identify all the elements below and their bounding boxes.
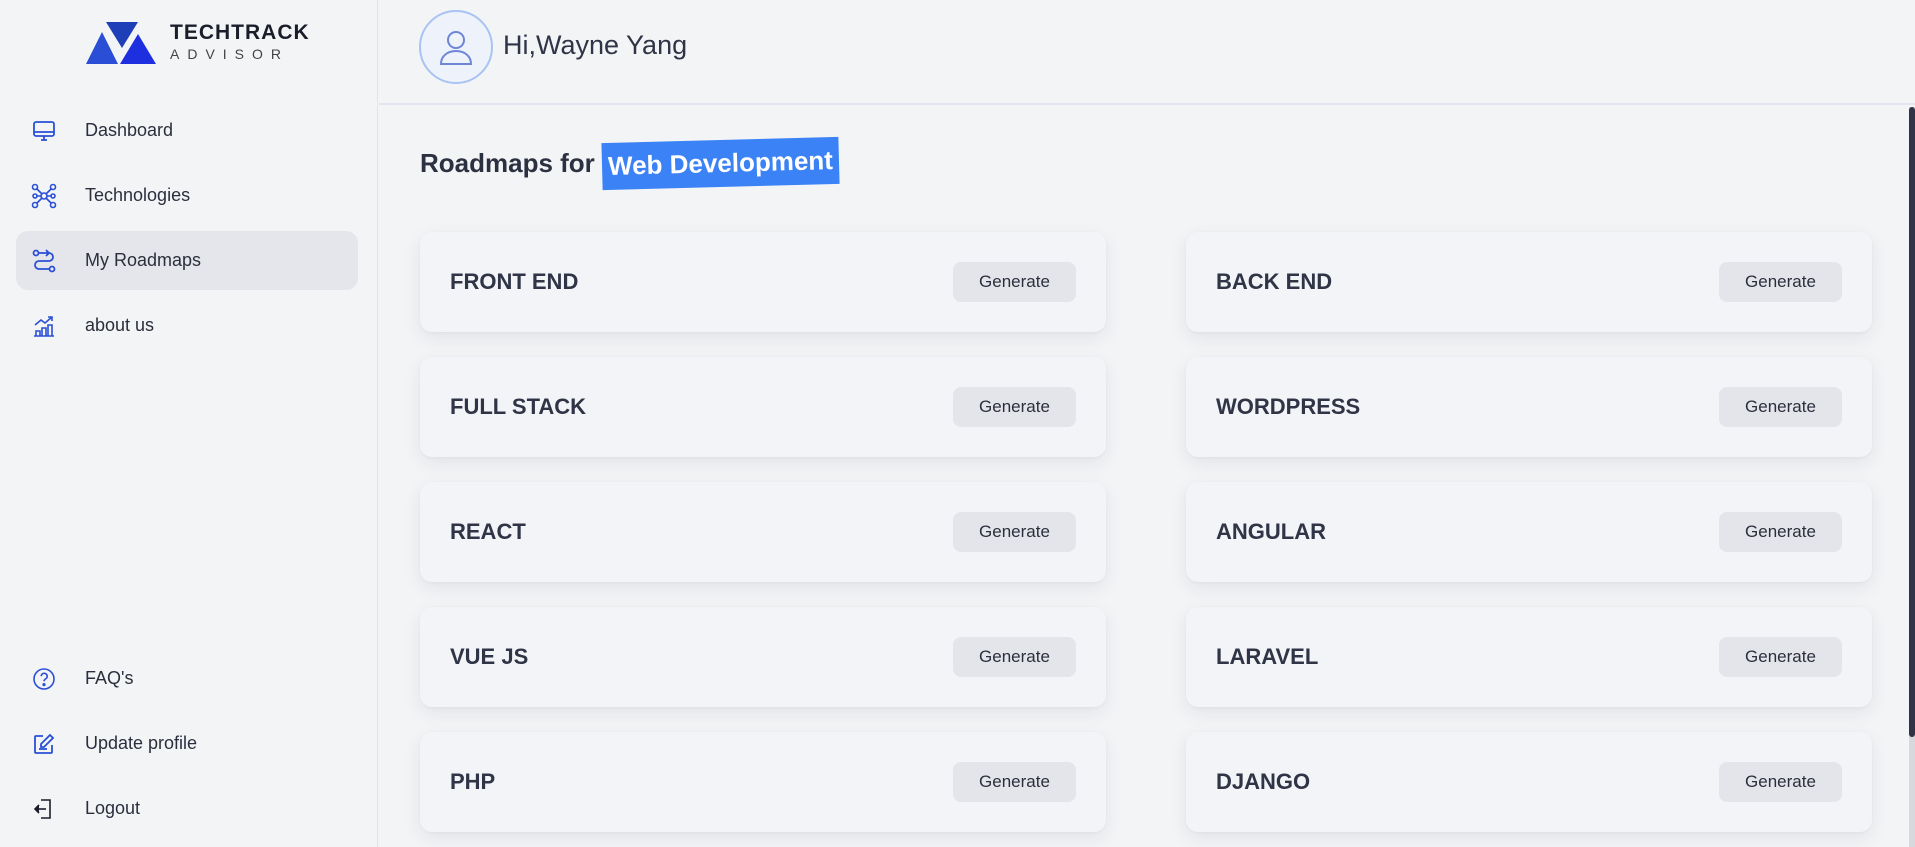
user-greeting: Hi,Wayne Yang (503, 30, 688, 60)
generate-button[interactable]: Generate (1719, 387, 1842, 427)
sidebar-item-logout[interactable]: Logout (16, 779, 358, 838)
roadmap-grid: FRONT END Generate BACK END Generate FUL… (420, 232, 1872, 832)
scrollbar-track[interactable] (1909, 107, 1915, 847)
roadmap-title: PHP (450, 769, 496, 794)
sidebar-item-update-profile[interactable]: Update profile (16, 714, 358, 773)
sidebar-item-label: Technologies (85, 185, 191, 205)
top-header: Hi,Wayne Yang (379, 0, 1915, 105)
brand-logo[interactable]: TECHTRACK ADVISOR (86, 18, 310, 64)
roadmap-card: DJANGO Generate (1186, 732, 1872, 832)
route-icon (30, 247, 58, 275)
sidebar: TECHTRACK ADVISOR Dashboard Technologies… (0, 0, 378, 847)
sidebar-item-label: Update profile (85, 733, 198, 753)
chart-icon (30, 312, 58, 340)
sidebar-item-label: Dashboard (85, 120, 174, 140)
monitor-icon (30, 117, 58, 145)
primary-nav: Dashboard Technologies My Roadmaps about… (16, 101, 358, 361)
roadmap-title: ANGULAR (1216, 519, 1326, 544)
roadmap-title: LARAVEL (1216, 644, 1319, 669)
generate-button[interactable]: Generate (953, 387, 1076, 427)
main-content: Roadmaps for Web Development FRONT END G… (379, 107, 1915, 847)
edit-icon (30, 730, 58, 758)
sidebar-item-technologies[interactable]: Technologies (16, 166, 358, 225)
roadmap-card: ANGULAR Generate (1186, 482, 1872, 582)
brand-subtitle: ADVISOR (170, 45, 290, 62)
sidebar-item-label: My Roadmaps (85, 250, 202, 270)
roadmap-title: DJANGO (1216, 769, 1311, 794)
generate-button[interactable]: Generate (1719, 637, 1842, 677)
page-title: Roadmaps for Web Development (420, 136, 840, 191)
page-title-prefix: Roadmaps for (420, 148, 595, 178)
question-icon (30, 665, 58, 693)
generate-button[interactable]: Generate (953, 637, 1076, 677)
sidebar-item-my-roadmaps[interactable]: My Roadmaps (16, 231, 358, 290)
sidebar-item-label: about us (85, 315, 155, 335)
sidebar-item-about-us[interactable]: about us (16, 296, 358, 355)
scrollbar-thumb[interactable] (1909, 107, 1915, 737)
user-icon (439, 31, 473, 65)
generate-button[interactable]: Generate (953, 762, 1076, 802)
generate-button[interactable]: Generate (953, 262, 1076, 302)
roadmap-card: VUE JS Generate (420, 607, 1106, 707)
page-title-highlight: Web Development (601, 136, 840, 191)
roadmap-card: BACK END Generate (1186, 232, 1872, 332)
roadmap-card: FRONT END Generate (420, 232, 1106, 332)
brand-title: TECHTRACK (170, 20, 310, 44)
roadmap-card: FULL STACK Generate (420, 357, 1106, 457)
generate-button[interactable]: Generate (953, 512, 1076, 552)
sidebar-item-label: FAQ's (85, 668, 134, 688)
roadmap-card: PHP Generate (420, 732, 1106, 832)
sidebar-item-label: Logout (85, 798, 141, 818)
generate-button[interactable]: Generate (1719, 762, 1842, 802)
logout-icon (30, 795, 58, 823)
secondary-nav: FAQ's Update profile Logout (16, 649, 358, 844)
roadmap-card: LARAVEL Generate (1186, 607, 1872, 707)
sidebar-item-faqs[interactable]: FAQ's (16, 649, 358, 708)
nodes-icon (30, 182, 58, 210)
generate-button[interactable]: Generate (1719, 262, 1842, 302)
roadmap-title: REACT (450, 519, 526, 544)
roadmap-card: WORDPRESS Generate (1186, 357, 1872, 457)
roadmap-title: FULL STACK (450, 394, 587, 419)
avatar[interactable] (419, 10, 493, 84)
roadmap-title: BACK END (1216, 269, 1333, 294)
roadmap-card: REACT Generate (420, 482, 1106, 582)
logo-mark-icon (86, 22, 156, 64)
roadmap-title: FRONT END (450, 269, 579, 294)
sidebar-item-dashboard[interactable]: Dashboard (16, 101, 358, 160)
roadmap-title: VUE JS (450, 644, 529, 669)
roadmap-title: WORDPRESS (1216, 394, 1361, 419)
generate-button[interactable]: Generate (1719, 512, 1842, 552)
